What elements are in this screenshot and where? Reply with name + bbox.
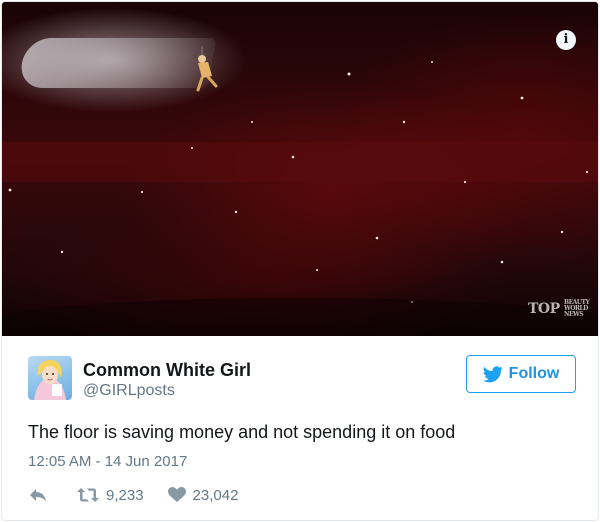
tweet-actions: 9,233 23,042 [28, 485, 238, 505]
watermark-text: TOP [527, 301, 560, 317]
tweet-card: i TOP BEAUTY WORLD NEWS Common White Gir… [1, 1, 599, 521]
retweet-count: 9,233 [106, 486, 144, 504]
video-watermark: TOP BEAUTY WORLD NEWS [527, 299, 590, 318]
reply-button[interactable] [28, 487, 48, 503]
twitter-bird-icon [482, 365, 503, 382]
princess-avatar-icon [34, 360, 66, 400]
tweet-text: The floor is saving money and not spendi… [28, 422, 456, 442]
author-name[interactable]: Common White Girl [83, 360, 251, 381]
info-icon[interactable]: i [556, 30, 576, 50]
tweet-timestamp[interactable]: 12:05 AM - 14 Jun 2017 [28, 453, 187, 470]
follow-button[interactable]: Follow [466, 355, 576, 393]
like-count: 23,042 [192, 486, 239, 504]
watermark-subtext: BEAUTY WORLD NEWS [564, 299, 590, 318]
heart-icon [167, 487, 186, 502]
like-button[interactable]: 23,042 [167, 486, 239, 504]
tweet-video-thumbnail[interactable]: i TOP BEAUTY WORLD NEWS [2, 2, 598, 336]
tweet-header: Common White Girl @GIRLposts Follow [28, 355, 578, 401]
author-handle[interactable]: @GIRLposts [83, 382, 175, 400]
reply-icon [30, 489, 46, 501]
avatar[interactable] [28, 356, 72, 400]
follow-label: Follow [508, 365, 560, 382]
spotlight-beam [17, 38, 217, 88]
aerial-performer [196, 46, 218, 92]
retweet-icon [77, 488, 99, 502]
retweet-button[interactable]: 9,233 [77, 487, 144, 504]
